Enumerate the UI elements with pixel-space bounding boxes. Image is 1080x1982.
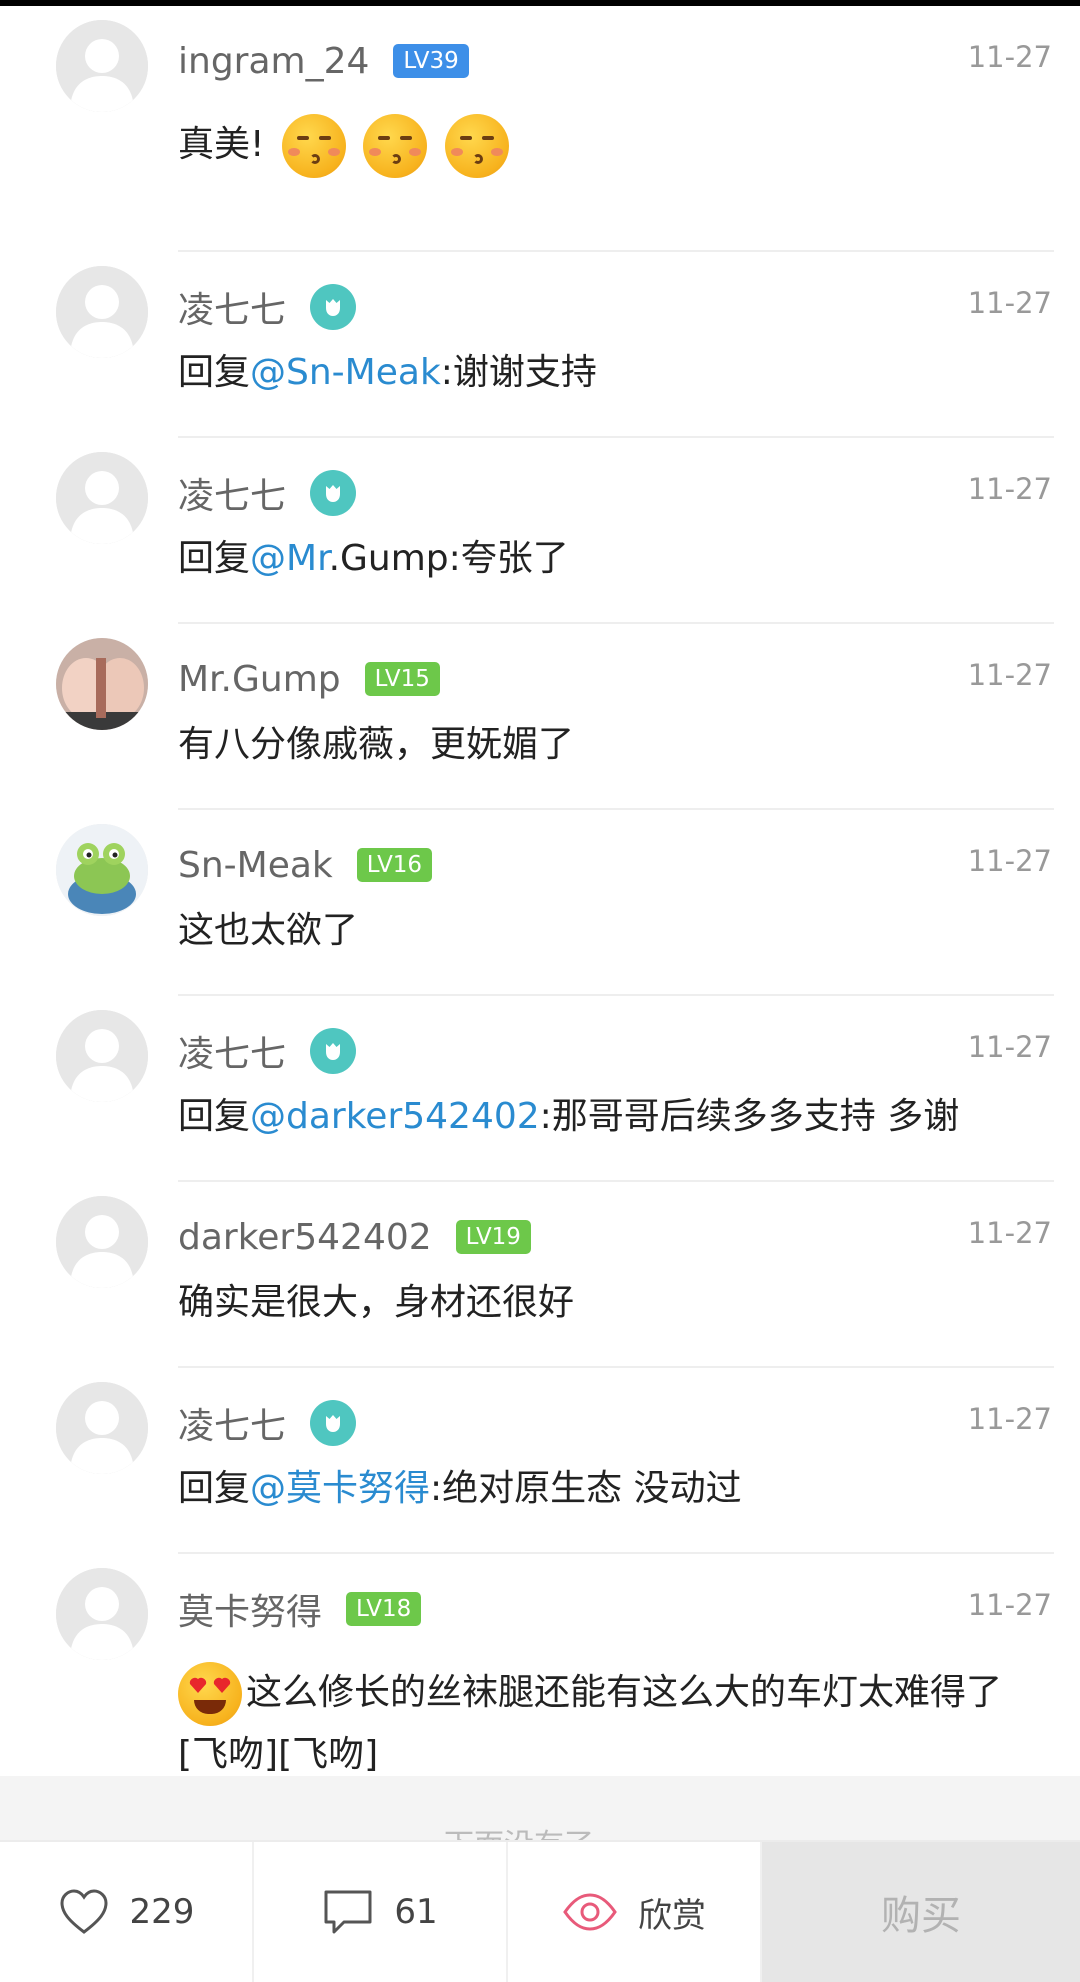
bottom-action-bar: 229 61 欣赏 购买 xyxy=(0,1840,1080,1982)
username[interactable]: Mr.Gump xyxy=(178,659,341,700)
comment-meta: Mr.Gump LV15 xyxy=(178,654,440,704)
comment-bubble-icon xyxy=(324,1890,372,1934)
end-of-list-strip: 下面没有了 xyxy=(0,1776,1080,1842)
kissing-face-icon xyxy=(444,114,509,178)
comment-date: 11-27 xyxy=(967,286,1052,320)
comment-meta: Sn-Meak LV16 xyxy=(178,840,433,890)
comment-body: :那哥哥后续多多支持 多谢 xyxy=(539,1096,960,1137)
comment-body: .Gump:夸张了 xyxy=(328,538,569,579)
level-badge: LV18 xyxy=(346,1592,422,1626)
avatar[interactable] xyxy=(56,824,148,916)
username[interactable]: 凌七七 xyxy=(178,467,286,519)
comment-meta: ingram_24 LV39 xyxy=(178,36,469,86)
comment-item: 凌七七 11-27 回复@Mr.Gump:夸张了 xyxy=(0,438,1080,624)
comment-list: ingram_24 LV39 11-27 真美! 凌七七 11-27 回复@Sn… xyxy=(0,6,1080,1826)
buy-label: 购买 xyxy=(881,1893,961,1939)
comment-text: 回复@Sn-Meak:谢谢支持 xyxy=(178,344,1040,402)
comment-count: 61 xyxy=(394,1892,438,1932)
author-badge-icon xyxy=(310,284,357,330)
heart-eyes-face-icon xyxy=(178,1662,242,1726)
comment-body: 有八分像戚薇，更妩媚了 xyxy=(178,724,575,765)
kissing-face-icon xyxy=(363,114,428,178)
username[interactable]: Sn-Meak xyxy=(178,845,333,886)
comment-item: Mr.Gump LV15 11-27 有八分像戚薇，更妩媚了 xyxy=(0,624,1080,810)
username[interactable]: 莫卡努得 xyxy=(178,1583,322,1635)
comment-date: 11-27 xyxy=(967,1030,1052,1064)
comment-item: darker542402 LV19 11-27 确实是很大，身材还很好 xyxy=(0,1182,1080,1368)
username[interactable]: darker542402 xyxy=(178,1217,432,1258)
avatar[interactable] xyxy=(56,266,148,358)
username[interactable]: 凌七七 xyxy=(178,1397,286,1449)
reply-prefix: 回复 xyxy=(178,538,251,579)
avatar[interactable] xyxy=(56,1196,148,1288)
comment-date: 11-27 xyxy=(967,40,1052,74)
comment-body: :谢谢支持 xyxy=(440,352,597,393)
like-count: 229 xyxy=(129,1892,195,1932)
comment-text: 真美! xyxy=(178,114,1040,178)
mention-link[interactable]: @莫卡努得 xyxy=(250,1468,430,1509)
comment-meta: 凌七七 xyxy=(178,281,357,333)
avatar[interactable] xyxy=(56,452,148,544)
comment-body: 真美! xyxy=(178,124,265,165)
buy-button[interactable]: 购买 xyxy=(762,1842,1080,1982)
comment-button[interactable]: 61 xyxy=(254,1842,508,1982)
reply-prefix: 回复 xyxy=(178,1468,251,1509)
heart-icon xyxy=(60,1889,108,1934)
mention-link[interactable]: @Sn-Meak xyxy=(250,352,441,393)
comment-meta: 凌七七 xyxy=(178,467,357,519)
comment-body: 这么修长的丝袜腿还能有这么大的车灯太难得了[飞吻][飞吻] xyxy=(178,1672,1003,1775)
mention-link[interactable]: @darker542402 xyxy=(250,1096,540,1137)
comment-meta: 凌七七 xyxy=(178,1397,357,1449)
comment-text: 回复@Mr.Gump:夸张了 xyxy=(178,530,1040,588)
reply-prefix: 回复 xyxy=(178,352,251,393)
comment-item: 凌七七 11-27 回复@莫卡努得:绝对原生态 没动过 xyxy=(0,1368,1080,1554)
comment-date: 11-27 xyxy=(967,472,1052,506)
eye-icon xyxy=(563,1893,617,1931)
view-button[interactable]: 欣赏 xyxy=(508,1842,762,1982)
comment-body: :绝对原生态 没动过 xyxy=(430,1468,742,1509)
like-button[interactable]: 229 xyxy=(0,1842,254,1982)
reply-prefix: 回复 xyxy=(178,1096,251,1137)
author-badge-icon xyxy=(310,1028,357,1074)
comment-text: 回复@darker542402:那哥哥后续多多支持 多谢 xyxy=(178,1088,1040,1146)
comment-meta: 凌七七 xyxy=(178,1025,357,1077)
comment-text: 这么修长的丝袜腿还能有这么大的车灯太难得了[飞吻][飞吻] xyxy=(178,1662,1040,1784)
avatar[interactable] xyxy=(56,638,148,730)
level-badge: LV19 xyxy=(455,1220,531,1254)
avatar[interactable] xyxy=(56,20,148,112)
view-label: 欣赏 xyxy=(638,1895,706,1936)
end-of-list-text: 下面没有了 xyxy=(444,1820,594,1842)
comment-date: 11-27 xyxy=(967,1588,1052,1622)
comment-meta: darker542402 LV19 xyxy=(178,1212,531,1262)
comment-item: 凌七七 11-27 回复@darker542402:那哥哥后续多多支持 多谢 xyxy=(0,996,1080,1182)
avatar[interactable] xyxy=(56,1010,148,1102)
comment-date: 11-27 xyxy=(967,1216,1052,1250)
avatar[interactable] xyxy=(56,1382,148,1474)
username[interactable]: 凌七七 xyxy=(178,281,286,333)
comment-item: Sn-Meak LV16 11-27 这也太欲了 xyxy=(0,810,1080,996)
comment-body: 这也太欲了 xyxy=(178,910,359,951)
level-badge: LV39 xyxy=(393,44,469,78)
comment-date: 11-27 xyxy=(967,658,1052,692)
username[interactable]: ingram_24 xyxy=(178,41,369,82)
comment-body: 确实是很大，身材还很好 xyxy=(178,1282,575,1323)
level-badge: LV15 xyxy=(364,662,440,696)
comment-text: 有八分像戚薇，更妩媚了 xyxy=(178,716,1040,774)
author-badge-icon xyxy=(310,470,357,516)
kissing-face-icon xyxy=(281,114,346,178)
comment-item: ingram_24 LV39 11-27 真美! xyxy=(0,6,1080,252)
level-badge: LV16 xyxy=(356,848,433,882)
author-badge-icon xyxy=(310,1400,357,1446)
comment-text: 回复@莫卡努得:绝对原生态 没动过 xyxy=(178,1460,1040,1518)
mention-link[interactable]: @Mr xyxy=(250,538,329,579)
comment-text: 确实是很大，身材还很好 xyxy=(178,1274,1040,1332)
comment-date: 11-27 xyxy=(967,1402,1052,1436)
comment-date: 11-27 xyxy=(967,844,1052,878)
comment-meta: 莫卡努得 LV18 xyxy=(178,1583,422,1635)
comment-item: 凌七七 11-27 回复@Sn-Meak:谢谢支持 xyxy=(0,252,1080,438)
avatar[interactable] xyxy=(56,1568,148,1660)
comment-text: 这也太欲了 xyxy=(178,902,1040,960)
username[interactable]: 凌七七 xyxy=(178,1025,286,1077)
